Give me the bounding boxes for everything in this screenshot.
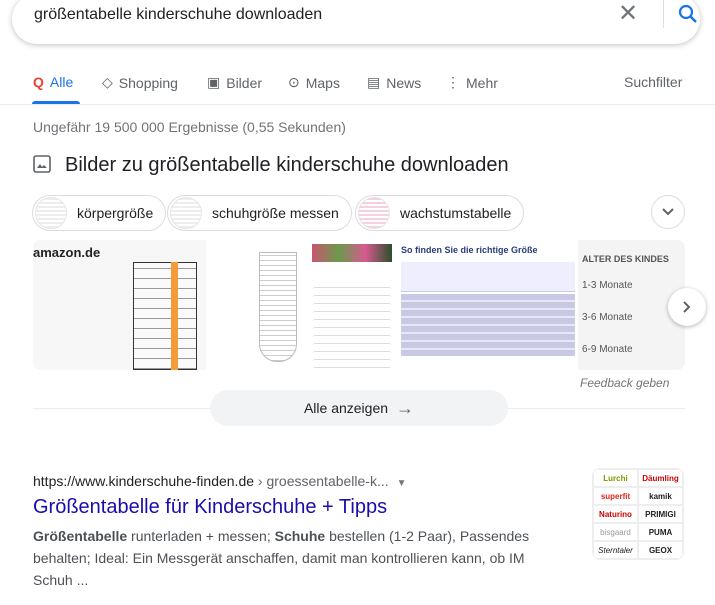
image-icon: ▣ — [207, 74, 221, 90]
tag-icon: ◇ — [102, 74, 113, 90]
show-all-button[interactable]: Alle anzeigen → — [210, 390, 508, 426]
image-icon — [33, 155, 51, 178]
thumb-text: 1-3 Monate — [582, 280, 633, 291]
image-result[interactable] — [209, 240, 303, 370]
size-chart-graphic — [133, 262, 197, 370]
tab-images[interactable]: ▣ Bilder — [207, 74, 262, 91]
tools-label: Suchfilter — [624, 74, 683, 90]
tab-label: News — [386, 74, 422, 91]
brand-logo: PUMA — [638, 523, 683, 541]
brand-logo: Sterntaler — [593, 541, 638, 559]
tab-label: Shopping — [118, 74, 178, 91]
ruler-stripe — [171, 262, 178, 370]
thumb-text: ALTER DES KINDES — [582, 254, 669, 264]
tab-label: Bilder — [226, 74, 263, 91]
map-pin-icon: ⊙ — [288, 74, 300, 90]
table-graphic — [314, 284, 390, 368]
brand-logo: Lurchi — [593, 469, 638, 487]
foot-template-graphic — [259, 252, 297, 362]
image-result[interactable]: amazon.de — [33, 240, 206, 370]
search-icon[interactable] — [676, 2, 700, 31]
chip-koerpergroesse[interactable]: körpergröße — [32, 195, 167, 231]
brand-logo: Naturino — [593, 505, 638, 523]
tab-more[interactable]: ⋮ Mehr — [446, 74, 498, 91]
snippet-bold: Schuhe — [274, 528, 326, 544]
search-input[interactable]: größentabelle kinderschuhe downloaden — [34, 6, 322, 24]
result-thumbnail[interactable]: Lurchi Däumling superfit kamik Naturino … — [592, 468, 684, 560]
result-title-link[interactable]: Größentabelle für Kinderschuhe + Tipps — [33, 496, 387, 519]
thumb-text: amazon.de — [33, 245, 101, 260]
table-graphic — [401, 294, 575, 356]
search-box[interactable]: größentabelle kinderschuhe downloaden ✕ — [12, 0, 700, 44]
table-header-graphic — [401, 262, 575, 292]
chip-schuhgroesse-messen[interactable]: schuhgröße messen — [167, 195, 352, 231]
tab-label: Maps — [305, 74, 340, 91]
chip-wachstumstabelle[interactable]: wachstumstabelle — [355, 195, 525, 231]
result-url[interactable]: https://www.kinderschuhe-finden.de › gro… — [33, 473, 407, 489]
chip-label: körpergröße — [77, 205, 154, 221]
divider — [0, 104, 715, 105]
brand-logo: Däumling — [638, 469, 683, 487]
brand-logo: GEOX — [638, 541, 683, 559]
brand-logo: PRIMIGI — [638, 505, 683, 523]
photo-banner — [312, 244, 392, 262]
thumb-text: 3-6 Monate — [582, 312, 633, 323]
tab-label: Alle — [49, 74, 74, 90]
tools-button[interactable]: Suchfilter — [624, 74, 682, 90]
tab-shopping[interactable]: ◇ Shopping — [102, 74, 178, 91]
news-icon: ▤ — [367, 74, 381, 90]
feedback-link[interactable]: Feedback geben — [580, 376, 669, 390]
clear-icon[interactable]: ✕ — [618, 2, 638, 26]
brand-logo: bisgaard — [593, 523, 638, 541]
image-result[interactable] — [306, 240, 398, 370]
caret-down-icon[interactable]: ▼ — [397, 478, 407, 489]
more-vert-icon: ⋮ — [446, 74, 460, 90]
thumb-text: So finden Sie die richtige Größe — [401, 245, 538, 255]
chevron-right-icon[interactable] — [668, 288, 706, 326]
chip-thumbnail — [170, 197, 202, 229]
result-snippet: Größentabelle runterladen + messen; Schu… — [33, 525, 543, 591]
chip-label: wachstumstabelle — [400, 205, 512, 221]
divider — [663, 0, 664, 28]
result-stats: Ungefähr 19 500 000 Ergebnisse (0,55 Sek… — [33, 119, 346, 135]
tab-maps[interactable]: ⊙ Maps — [288, 74, 340, 91]
brand-logo: superfit — [593, 487, 638, 505]
chip-thumbnail — [358, 197, 390, 229]
brand-logo: kamik — [638, 487, 683, 505]
arrow-right-icon: → — [396, 397, 415, 418]
show-all-label: Alle anzeigen — [303, 400, 389, 416]
thumb-text: 6-9 Monate — [582, 344, 633, 355]
url-domain: https://www.kinderschuhe-finden.de — [33, 473, 255, 489]
chip-label: schuhgröße messen — [212, 205, 339, 221]
snippet-bold: Größentabelle — [33, 528, 128, 544]
url-breadcrumb: › groessentabelle-k... — [254, 473, 389, 489]
images-heading: Bilder zu größentabelle kinderschuhe dow… — [65, 154, 509, 176]
tab-label: Mehr — [466, 74, 498, 91]
snippet-text: runterladen + messen; — [127, 528, 275, 544]
tab-news[interactable]: ▤ News — [367, 74, 421, 91]
tab-all[interactable]: Q Alle — [33, 74, 73, 90]
chevron-down-icon[interactable] — [651, 195, 685, 229]
google-search-icon: Q — [33, 74, 44, 90]
chip-thumbnail — [35, 197, 67, 229]
image-result[interactable]: So finden Sie die richtige Größe — [401, 240, 575, 370]
